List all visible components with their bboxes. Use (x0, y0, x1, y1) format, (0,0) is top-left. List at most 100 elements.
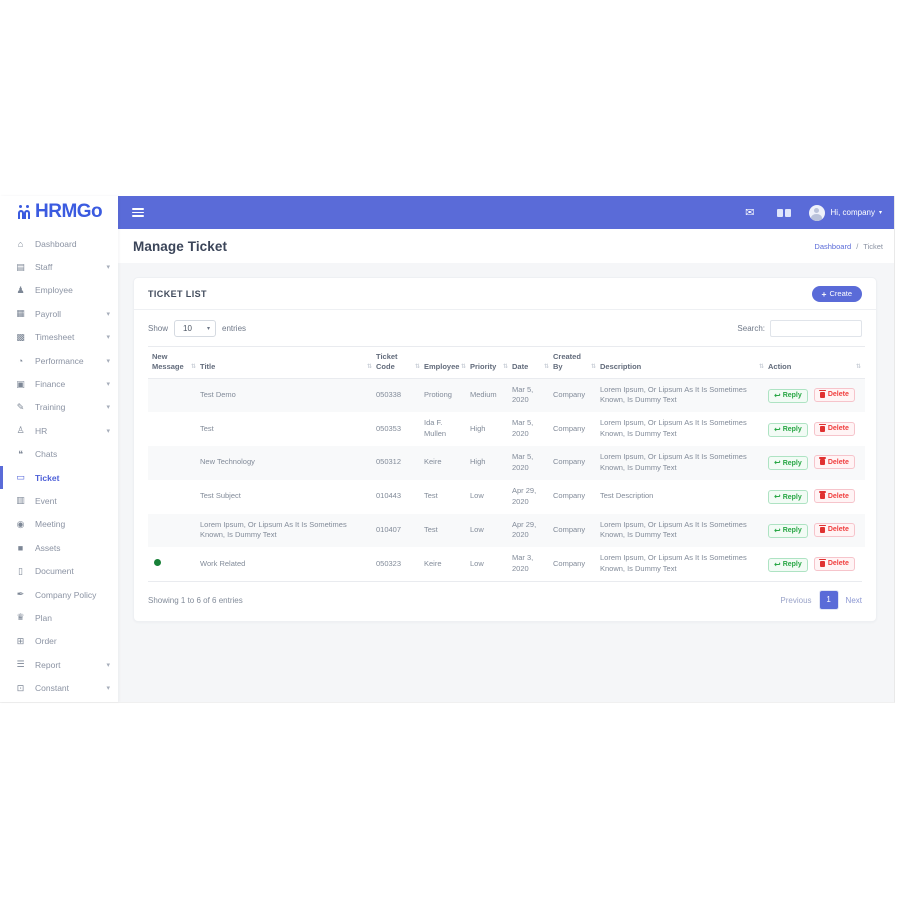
sort-icon: ⇅ (591, 364, 596, 372)
table-header-row: New Message ⇅ Title ⇅ Ticket Code ⇅ Empl… (148, 347, 865, 379)
sidebar-item-training[interactable]: ✎ Training ▾ (0, 396, 118, 419)
chevron-down-icon: ▾ (106, 427, 110, 435)
sidebar-item-label: Document (35, 566, 106, 576)
sidebar-item-performance[interactable]: ◔ Performance ▾ (0, 349, 118, 372)
delete-button[interactable]: Delete (814, 455, 855, 469)
date-cell: Apr 29, 2020 (512, 514, 553, 548)
page-header: Manage Ticket Dashboard / Ticket (118, 229, 894, 263)
sidebar-item-staff[interactable]: ▤ Staff ▾ (0, 255, 118, 278)
pagination-next[interactable]: Next (846, 596, 862, 605)
entries-label: entries (222, 324, 246, 333)
sidebar-item-report[interactable]: ☰ Report ▾ (0, 653, 118, 676)
sidebar-item-ticket[interactable]: ▭ Ticket ▾ (0, 466, 118, 489)
created-by-cell: Company (553, 480, 600, 514)
action-cell: ↩Reply Delete (768, 547, 865, 581)
column-header[interactable]: Title ⇅ (200, 347, 376, 379)
avatar[interactable] (809, 205, 825, 221)
trash-icon (820, 426, 825, 432)
sidebar-item-event[interactable]: ▥ Event ▾ (0, 489, 118, 512)
event-icon: ▥ (14, 495, 27, 506)
date-cell: Mar 3, 2020 (512, 547, 553, 581)
sidebar-item-label: Staff (35, 262, 106, 272)
sidebar-item-order[interactable]: ⊞ Order ▾ (0, 630, 118, 653)
pagination-page-1[interactable]: 1 (820, 591, 838, 609)
sidebar-item-constant[interactable]: ⊡ Constant ▾ (0, 676, 118, 699)
mail-icon[interactable]: ✉ (745, 206, 754, 219)
sidebar-item-label: Training (35, 402, 106, 412)
ticket-code-cell: 050338 (376, 378, 424, 412)
sidebar-item-payroll[interactable]: ▦ Payroll ▾ (0, 302, 118, 325)
language-flag-icon[interactable] (777, 209, 791, 217)
column-header[interactable]: Ticket Code ⇅ (376, 347, 424, 379)
sidebar-item-meeting[interactable]: ◉ Meeting ▾ (0, 513, 118, 536)
reply-button[interactable]: ↩Reply (768, 389, 808, 403)
breadcrumb-current: Ticket (863, 242, 883, 251)
sidebar-item-label: Meeting (35, 519, 106, 529)
pagination: Previous 1 Next (780, 591, 862, 609)
brand-logo[interactable]: HRMGo (0, 196, 118, 228)
ticket-list-card: TICKET LIST + Create Show 10 ▾ (133, 277, 877, 622)
new-message-cell (148, 412, 200, 446)
column-header[interactable]: Description ⇅ (600, 347, 768, 379)
sidebar-item-assets[interactable]: ■ Assets ▾ (0, 536, 118, 559)
column-header[interactable]: Action ⇅ (768, 347, 865, 379)
breadcrumb-separator: / (856, 242, 858, 251)
sort-icon: ⇅ (759, 364, 764, 372)
action-cell: ↩Reply Delete (768, 412, 865, 446)
delete-button[interactable]: Delete (814, 489, 855, 503)
sort-icon: ⇅ (415, 364, 420, 372)
sidebar-item-hr[interactable]: ♙ HR ▾ (0, 419, 118, 442)
pagination-previous[interactable]: Previous (780, 596, 811, 605)
reply-button[interactable]: ↩Reply (768, 558, 808, 572)
policy-icon: ✒ (14, 589, 27, 600)
sidebar-item-document[interactable]: ▯ Document ▾ (0, 559, 118, 582)
column-header-label: Priority (470, 362, 496, 371)
create-button[interactable]: + Create (812, 286, 862, 302)
title-cell: Lorem Ipsum, Or Lipsum As It Is Sometime… (200, 514, 376, 548)
breadcrumb-dashboard-link[interactable]: Dashboard (814, 242, 851, 251)
created-by-cell: Company (553, 378, 600, 412)
sidebar-toggle-button[interactable] (132, 206, 146, 219)
chevron-down-icon: ▾ (207, 325, 210, 332)
reply-button[interactable]: ↩Reply (768, 524, 808, 538)
employee-cell: Protiong (424, 378, 470, 412)
employee-cell: Test (424, 514, 470, 548)
document-icon: ▯ (14, 566, 27, 577)
plus-icon: + (822, 289, 827, 299)
search-input[interactable] (770, 320, 862, 337)
sidebar-item-finance[interactable]: ▣ Finance ▾ (0, 372, 118, 395)
reply-button[interactable]: ↩Reply (768, 490, 808, 504)
page-size-select[interactable]: 10 ▾ (174, 320, 216, 337)
sidebar-item-employee[interactable]: ♟ Employee ▾ (0, 279, 118, 302)
created-by-cell: Company (553, 547, 600, 581)
sidebar-item-label: Performance (35, 356, 106, 366)
column-header[interactable]: Date ⇅ (512, 347, 553, 379)
sidebar-item-chats[interactable]: ❝ Chats ▾ (0, 443, 118, 466)
order-icon: ⊞ (14, 636, 27, 647)
table-controls: Show 10 ▾ entries Search: (148, 310, 862, 346)
sidebar-item-company-policy[interactable]: ✒ Company Policy ▾ (0, 583, 118, 606)
sidebar-item-timesheet[interactable]: ▩ Timesheet ▾ (0, 326, 118, 349)
column-header[interactable]: Created By ⇅ (553, 347, 600, 379)
sidebar-menu: ⌂ Dashboard ▾ ▤ Staff ▾ ♟ Employee ▾ ▦ P… (0, 228, 118, 700)
card-body: Show 10 ▾ entries Search: (134, 310, 876, 621)
delete-button[interactable]: Delete (814, 523, 855, 537)
title-cell: Test (200, 412, 376, 446)
column-header[interactable]: Priority ⇅ (470, 347, 512, 379)
sort-icon: ⇅ (367, 364, 372, 372)
hr-icon: ♙ (14, 425, 27, 436)
sidebar-item-plan[interactable]: ♛ Plan ▾ (0, 606, 118, 629)
sort-icon: ⇅ (191, 364, 196, 372)
reply-button[interactable]: ↩Reply (768, 456, 808, 470)
delete-button[interactable]: Delete (814, 422, 855, 436)
user-menu[interactable]: Hi, company (831, 208, 875, 217)
topbar-right: ✉ Hi, company ▾ (745, 205, 882, 221)
delete-button[interactable]: Delete (814, 557, 855, 571)
sidebar-item-dashboard[interactable]: ⌂ Dashboard ▾ (0, 232, 118, 255)
sidebar-item-label: Finance (35, 379, 106, 389)
reply-button[interactable]: ↩Reply (768, 423, 808, 437)
column-header[interactable]: New Message ⇅ (148, 347, 200, 379)
delete-button[interactable]: Delete (814, 388, 855, 402)
column-header[interactable]: Employee ⇅ (424, 347, 470, 379)
ticket-row: Work Related 050323 Keire Low Mar 3, 202… (148, 547, 865, 581)
